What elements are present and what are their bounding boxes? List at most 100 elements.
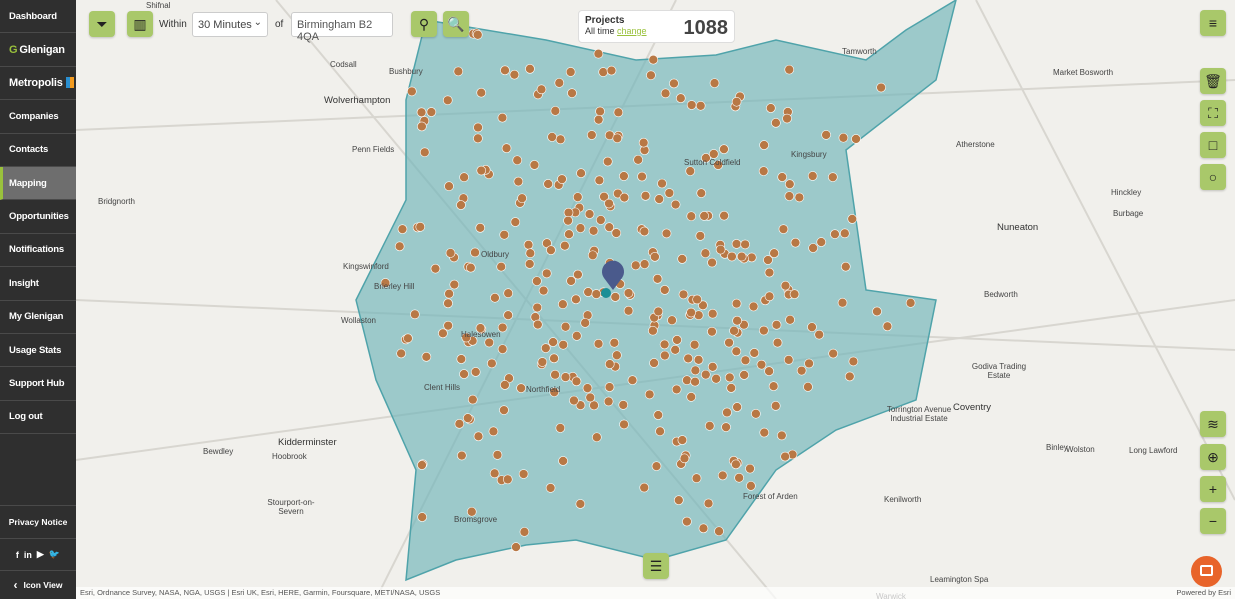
project-marker[interactable] — [649, 358, 659, 368]
project-marker[interactable] — [623, 305, 634, 316]
project-marker[interactable] — [443, 320, 453, 331]
project-marker[interactable] — [830, 229, 840, 239]
project-marker[interactable] — [837, 297, 848, 308]
project-marker[interactable] — [709, 78, 720, 88]
sidebar-item-glenigan[interactable]: G Glenigan — [0, 33, 76, 67]
project-marker[interactable] — [675, 93, 686, 103]
project-marker[interactable] — [816, 237, 827, 247]
project-marker[interactable] — [828, 172, 838, 182]
project-marker[interactable] — [563, 207, 574, 218]
project-marker[interactable] — [606, 65, 617, 76]
project-marker[interactable] — [659, 339, 670, 350]
project-marker[interactable] — [476, 87, 487, 98]
project-marker[interactable] — [756, 359, 767, 370]
project-marker[interactable] — [525, 63, 535, 74]
project-marker[interactable] — [511, 542, 521, 552]
youtube-icon[interactable]: ▶ — [37, 549, 44, 560]
project-marker[interactable] — [749, 348, 760, 358]
project-marker[interactable] — [575, 499, 586, 509]
project-marker[interactable] — [580, 318, 590, 328]
project-marker[interactable] — [784, 191, 795, 201]
project-marker[interactable] — [496, 261, 507, 272]
project-marker[interactable] — [721, 422, 731, 432]
project-marker[interactable] — [540, 343, 551, 353]
project-marker[interactable] — [691, 473, 702, 484]
project-marker[interactable] — [417, 460, 427, 470]
project-marker[interactable] — [613, 107, 624, 118]
project-marker[interactable] — [543, 179, 553, 189]
project-marker[interactable] — [586, 130, 597, 140]
chat-button[interactable] — [1191, 556, 1222, 587]
project-marker[interactable] — [604, 359, 615, 369]
project-marker[interactable] — [707, 257, 717, 268]
project-marker[interactable] — [403, 333, 413, 344]
project-marker[interactable] — [610, 292, 621, 302]
project-marker[interactable] — [472, 29, 483, 40]
project-marker[interactable] — [419, 147, 430, 158]
project-marker[interactable] — [459, 172, 469, 183]
project-marker[interactable] — [739, 370, 749, 380]
sidebar-item-notifications[interactable]: Notifications — [0, 234, 76, 268]
project-marker[interactable] — [732, 315, 742, 326]
project-marker[interactable] — [394, 241, 405, 252]
project-marker[interactable] — [748, 301, 759, 312]
project-marker[interactable] — [593, 48, 604, 59]
project-marker[interactable] — [470, 247, 480, 258]
project-marker[interactable] — [519, 527, 530, 537]
project-marker[interactable] — [533, 319, 543, 330]
project-marker[interactable] — [554, 78, 565, 88]
project-marker[interactable] — [648, 325, 658, 336]
sidebar-item-metropolis[interactable]: Metropolis — [0, 67, 76, 101]
project-marker[interactable] — [847, 214, 858, 224]
project-marker[interactable] — [473, 122, 483, 133]
project-marker[interactable] — [650, 252, 660, 262]
project-marker[interactable] — [525, 248, 536, 259]
layers-button[interactable]: ≋ — [1200, 411, 1226, 437]
project-marker[interactable] — [407, 86, 417, 97]
project-marker[interactable] — [623, 288, 634, 298]
project-marker[interactable] — [443, 298, 453, 309]
project-marker[interactable] — [790, 237, 801, 248]
project-marker[interactable] — [499, 405, 509, 415]
project-marker[interactable] — [453, 66, 464, 77]
project-marker[interactable] — [759, 427, 770, 438]
project-marker[interactable] — [410, 309, 420, 320]
project-marker[interactable] — [771, 118, 781, 128]
project-marker[interactable] — [456, 354, 467, 364]
project-marker[interactable] — [719, 144, 729, 154]
project-marker[interactable] — [547, 132, 557, 142]
list-view-button[interactable]: ☰ — [643, 553, 669, 579]
project-marker[interactable] — [764, 291, 775, 302]
project-marker[interactable] — [594, 175, 605, 186]
project-marker[interactable] — [555, 134, 566, 145]
project-marker[interactable] — [604, 382, 615, 392]
draw-polygon-button[interactable]: ⛶ — [1200, 100, 1226, 126]
sidebar-item-companies[interactable]: Companies — [0, 100, 76, 134]
project-marker[interactable] — [593, 338, 604, 349]
sidebar-item-log-out[interactable]: Log out — [0, 401, 76, 435]
project-marker[interactable] — [639, 259, 650, 269]
project-marker[interactable] — [512, 155, 523, 166]
project-marker[interactable] — [731, 96, 742, 107]
change-period-link[interactable]: change — [617, 26, 647, 36]
sidebar-item-mapping[interactable]: Mapping — [0, 166, 76, 201]
project-marker[interactable] — [470, 367, 481, 377]
project-marker[interactable] — [768, 381, 779, 391]
project-marker[interactable] — [501, 143, 512, 154]
project-marker[interactable] — [602, 156, 613, 167]
project-marker[interactable] — [567, 88, 577, 98]
project-marker[interactable] — [569, 395, 579, 406]
project-marker[interactable] — [637, 171, 647, 182]
project-marker[interactable] — [619, 171, 629, 181]
project-marker[interactable] — [719, 210, 729, 221]
project-marker[interactable] — [828, 348, 838, 359]
project-marker[interactable] — [659, 285, 670, 295]
project-marker[interactable] — [595, 106, 605, 117]
project-marker[interactable] — [764, 366, 774, 376]
project-marker[interactable] — [771, 320, 782, 330]
project-marker[interactable] — [459, 369, 469, 379]
project-marker[interactable] — [653, 306, 664, 317]
project-marker[interactable] — [638, 137, 649, 148]
project-marker[interactable] — [500, 65, 510, 76]
project-marker[interactable] — [565, 67, 576, 77]
